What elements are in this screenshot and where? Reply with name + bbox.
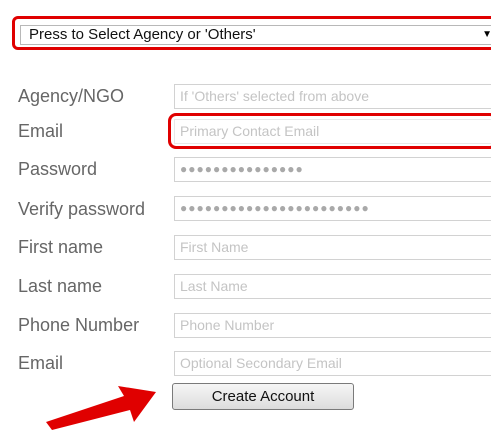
secondary-email-input[interactable]: Optional Secondary Email bbox=[174, 351, 491, 376]
agency-ngo-label: Agency/NGO bbox=[18, 86, 125, 106]
verify-password-label: Verify password bbox=[18, 199, 146, 219]
email-field[interactable]: Primary Contact Email bbox=[174, 119, 491, 144]
email-label: Email bbox=[18, 121, 64, 141]
dropdown-caret-icon: ▼ bbox=[482, 29, 491, 40]
agency-select[interactable]: Press to Select Agency or 'Others' ▼ bbox=[20, 25, 491, 45]
secondary-email-label: Email bbox=[18, 353, 64, 373]
red-arrow-icon bbox=[46, 386, 156, 430]
agency-select-value: Press to Select Agency or 'Others' bbox=[29, 26, 256, 43]
first-name-label: First name bbox=[18, 237, 104, 257]
password-label: Password bbox=[18, 159, 98, 179]
last-name-input[interactable]: Last Name bbox=[174, 274, 491, 299]
first-name-input[interactable]: First Name bbox=[174, 235, 491, 260]
verify-password-input[interactable]: ●●●●●●●●●●●●●●●●●●●●●●● bbox=[174, 196, 491, 221]
password-input[interactable]: ●●●●●●●●●●●●●●● bbox=[174, 157, 491, 182]
phone-number-label: Phone Number bbox=[18, 315, 140, 335]
phone-number-input[interactable]: Phone Number bbox=[174, 313, 491, 338]
agency-ngo-input[interactable]: If 'Others' selected from above bbox=[174, 84, 491, 109]
create-account-button[interactable]: Create Account bbox=[172, 383, 354, 410]
last-name-label: Last name bbox=[18, 276, 103, 296]
agency-select-highlight: Press to Select Agency or 'Others' ▼ bbox=[12, 16, 491, 50]
